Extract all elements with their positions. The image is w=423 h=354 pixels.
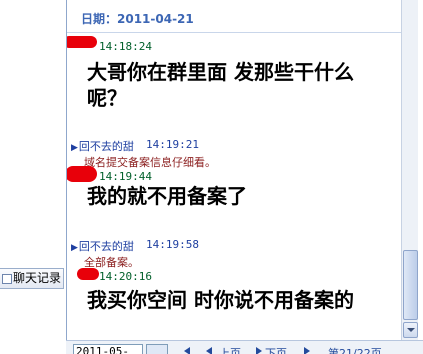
message-text: 大哥你在群里面 发那些干什么 bbox=[87, 60, 354, 84]
message-time: 14:18:24 bbox=[99, 40, 152, 53]
contact-arrow-icon: ▶ bbox=[71, 243, 78, 253]
message-time: 14:19:21 bbox=[146, 138, 199, 151]
history-icon bbox=[2, 274, 12, 284]
message-text: 我买你空间 时你说不用备案的 bbox=[87, 288, 354, 312]
message-text: 我的就不用备案了 bbox=[87, 184, 247, 208]
redacted-sender-3 bbox=[77, 268, 99, 280]
message-sender: ▶回不去的甜 bbox=[71, 238, 134, 254]
left-panel bbox=[0, 0, 66, 353]
scroll-thumb[interactable] bbox=[403, 250, 418, 320]
window-edge bbox=[418, 0, 423, 353]
contact-arrow-icon: ▶ bbox=[71, 143, 78, 153]
date-divider bbox=[67, 32, 402, 33]
chat-history-label: 聊天记录 bbox=[13, 271, 62, 285]
chat-history-panel: 日期：2011-04-21 14:18:24 大哥你在群里面 发那些干什么 呢？… bbox=[66, 0, 402, 340]
chat-history-button[interactable]: 聊天记录 bbox=[0, 268, 64, 289]
message-text: 域名提交备案信息仔细看。 bbox=[84, 156, 216, 169]
redacted-sender-2 bbox=[67, 166, 97, 182]
history-toolbar: 2011-05-13 上页 下页 第21/22页 bbox=[66, 340, 423, 354]
message-text: 呢？ bbox=[87, 86, 127, 110]
message-time: 14:20:16 bbox=[99, 270, 152, 283]
message-time: 14:19:58 bbox=[146, 238, 199, 251]
redacted-sender-1 bbox=[67, 36, 97, 48]
scroll-down-button[interactable] bbox=[403, 322, 418, 338]
arrow-down-icon bbox=[407, 328, 415, 332]
message-sender: ▶回不去的甜 bbox=[71, 138, 134, 154]
sender-name: 回不去的甜 bbox=[78, 240, 134, 253]
vertical-scrollbar[interactable] bbox=[401, 0, 418, 340]
date-header: 日期：2011-04-21 bbox=[81, 12, 194, 26]
sender-name: 回不去的甜 bbox=[78, 140, 134, 153]
